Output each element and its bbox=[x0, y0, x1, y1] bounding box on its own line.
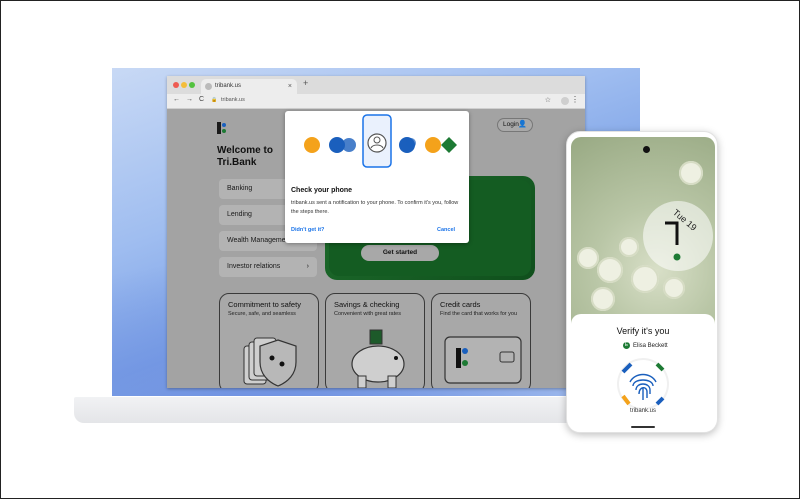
lock-icon: 🔒 bbox=[211, 97, 218, 103]
chevron-right-icon: › bbox=[306, 263, 309, 270]
cancel-button[interactable]: Cancel bbox=[437, 227, 455, 233]
back-icon[interactable]: ← bbox=[173, 96, 180, 103]
didnt-get-it-link[interactable]: Didn't get it? bbox=[291, 227, 324, 233]
address-bar: ← → C 🔒 tribank.us ☆ ⋮ bbox=[167, 94, 585, 109]
phone-devices-illustration bbox=[304, 114, 457, 168]
bookmark-star-icon[interactable]: ☆ bbox=[545, 96, 551, 104]
login-button[interactable]: Login 👤 bbox=[497, 118, 533, 132]
verify-sheet: Verify it's you E Elisa Beckett tribank.u… bbox=[571, 314, 715, 430]
card-safety[interactable]: Commitment to safety Secure, safe, and s… bbox=[219, 293, 319, 388]
forward-icon[interactable]: → bbox=[186, 96, 193, 103]
reload-icon[interactable]: C bbox=[199, 96, 204, 103]
tab-bar: tribank.us × + bbox=[167, 76, 585, 94]
camera-icon bbox=[643, 146, 650, 153]
fingerprint-button[interactable] bbox=[619, 360, 667, 408]
verify-title: Verify it's you bbox=[616, 326, 670, 336]
piggy-bank-icon bbox=[351, 329, 405, 388]
phone-device: Tue 19 Verify it's you E Elisa Beckett t… bbox=[566, 131, 718, 433]
card-credit[interactable]: Credit cards Find the card that works fo… bbox=[431, 293, 531, 388]
favicon-icon bbox=[205, 83, 212, 90]
get-started-button[interactable]: Get started bbox=[361, 245, 439, 261]
welcome-heading: Welcome to Tri.Bank bbox=[217, 145, 273, 168]
maximize-window-button[interactable] bbox=[189, 82, 195, 88]
check-phone-dialog: Check your phone tribank.us sent a notif… bbox=[285, 111, 469, 243]
browser-menu-icon[interactable]: ⋮ bbox=[571, 95, 579, 104]
card-savings[interactable]: Savings & checking Convenient with great… bbox=[325, 293, 425, 388]
shield-icon bbox=[243, 337, 297, 387]
close-window-button[interactable] bbox=[173, 82, 179, 88]
tribank-logo bbox=[217, 122, 227, 134]
site-domain: tribank.us bbox=[629, 408, 656, 414]
account-name: Elisa Beckett bbox=[633, 343, 668, 350]
dialog-title: Check your phone bbox=[291, 187, 353, 194]
new-tab-button[interactable]: + bbox=[303, 78, 308, 88]
credit-card-icon bbox=[444, 336, 522, 384]
account-avatar: E bbox=[623, 342, 630, 349]
dialog-message: tribank.us sent a notification to your p… bbox=[291, 200, 459, 215]
profile-avatar[interactable] bbox=[561, 97, 569, 105]
home-indicator[interactable] bbox=[631, 426, 655, 428]
account-chip: E Elisa Beckett bbox=[623, 342, 668, 349]
tab-title: tribank.us bbox=[215, 83, 242, 89]
phone-wallpaper: Tue 19 bbox=[571, 137, 715, 327]
user-icon: 👤 bbox=[518, 121, 527, 128]
tab-tribank[interactable]: tribank.us × bbox=[201, 79, 297, 94]
minimize-window-button[interactable] bbox=[181, 82, 187, 88]
menu-item-investor-relations[interactable]: Investor relations › bbox=[219, 257, 317, 277]
close-tab-icon[interactable]: × bbox=[288, 79, 292, 94]
fingerprint-icon bbox=[621, 362, 665, 406]
url-input[interactable]: tribank.us bbox=[221, 97, 245, 103]
